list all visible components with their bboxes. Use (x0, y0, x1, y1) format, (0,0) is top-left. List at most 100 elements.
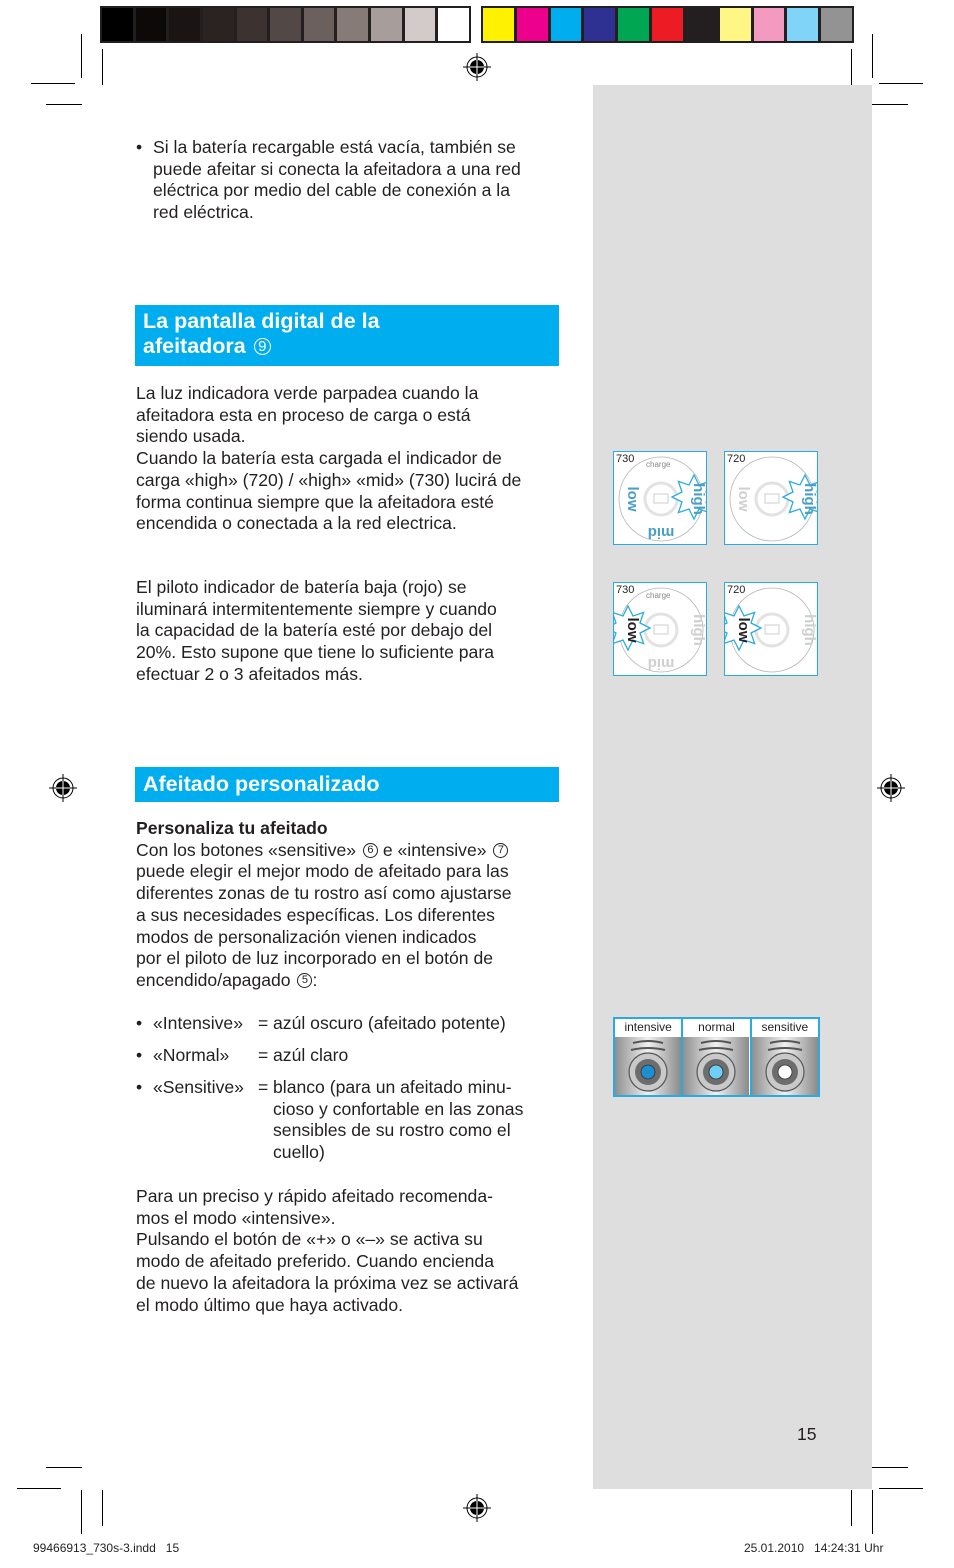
intro-bullet-text: Si la batería recargable está vacía, tam… (153, 137, 576, 224)
mode-label: sensitive (751, 1020, 818, 1034)
mode-led-icon (708, 1064, 724, 1080)
color-swatch (787, 8, 819, 41)
crop-mark (31, 83, 75, 84)
crop-mark (872, 1467, 908, 1468)
charge-display-panel: low high mid 730 charge (613, 451, 707, 545)
text-line: puede afeitar si conecta la afeitadora a… (153, 158, 521, 179)
mode-figure-normal: normal (683, 1019, 750, 1095)
mode-list-item: • «Sensitive» = blanco (para un afeitado… (136, 1077, 576, 1164)
color-swatch (584, 8, 616, 41)
battery-icon (653, 493, 669, 504)
color-swatch (550, 8, 582, 41)
crop-mark (81, 34, 82, 78)
crop-mark (872, 104, 908, 105)
heading-line: afeitadora 9 (143, 334, 551, 359)
text-line: Si la batería recargable está vacía, tam… (153, 137, 516, 157)
text-span: : (312, 969, 318, 990)
crop-mark (102, 1490, 103, 1526)
mode-label: intensive (615, 1020, 682, 1034)
text-line: El piloto indicador de batería baja (roj… (136, 577, 467, 597)
page-number: 15 (797, 1424, 817, 1444)
mode-description: azúl oscuro (afeitado potente) (273, 1013, 576, 1035)
text-line: afeitadora esta en proceso de carga o es… (136, 404, 471, 425)
color-swatch (337, 8, 369, 41)
color-swatch (404, 8, 436, 41)
model-number: 720 (727, 453, 746, 465)
model-number: 720 (727, 584, 746, 596)
heading-text: afeitadora (143, 334, 246, 358)
text-line: el modo último que haya activado. (136, 1294, 403, 1315)
crop-mark (872, 34, 873, 78)
paragraph-recommendation: Para un preciso y rápido afeitado recome… (136, 1186, 576, 1316)
heading-text: Afeitado personalizado (143, 772, 380, 796)
crop-mark (81, 1490, 82, 1534)
crop-mark (851, 49, 852, 85)
text-line: modos de personalización vienen indicado… (136, 926, 477, 947)
mode-indicator-figure: intensive normal sensitive (613, 1017, 820, 1097)
text-line: la capacidad de la batería esté por deba… (136, 620, 493, 641)
mode-list-item: • «Normal» = azúl claro (136, 1045, 576, 1067)
grey-color-bar (100, 6, 471, 43)
text-line: puede elegir el mejor modo de afeitado p… (136, 861, 509, 882)
crop-mark (851, 1490, 852, 1526)
color-swatch (202, 8, 234, 41)
registration-mark-icon (463, 53, 491, 81)
color-swatch (652, 8, 683, 41)
mode-name: «Sensitive» (153, 1077, 244, 1097)
mode-list-item: • «Intensive» = azúl oscuro (afeitado po… (136, 1013, 576, 1035)
intro-lines: puede elegir el mejor modo de afeitado p… (136, 861, 576, 970)
text-line: forma continua siempre que la afeitadora… (136, 491, 494, 512)
level-high: high (801, 614, 818, 646)
text-line: cuello) (273, 1142, 325, 1163)
color-swatch (719, 8, 751, 41)
text-span: encendido/apagado (136, 969, 291, 990)
text-line: blanco (para un afeitado minu- (273, 1077, 512, 1097)
crop-mark (879, 83, 923, 84)
level-low: low (624, 487, 641, 512)
paragraph-charge-indicator: La luz indicadora verde parpadea cuando … (136, 383, 576, 535)
level-high: high (801, 483, 818, 515)
text-line: diferentes zonas de tu rostro así como a… (136, 883, 512, 904)
color-swatch (685, 8, 717, 41)
text-line: red eléctrica. (153, 202, 254, 223)
level-low: low (735, 487, 752, 512)
heading-line: La pantalla digital de la (143, 309, 380, 333)
crop-mark (102, 49, 103, 85)
figure-ref: 5 (297, 972, 313, 988)
model-number: 730 (616, 584, 635, 596)
registration-mark-icon (877, 774, 905, 802)
sidebar-background (593, 85, 872, 1489)
level-mid: mid (648, 655, 675, 672)
text-line: Pulsando el botón de «+» o «–» se activa… (136, 1229, 483, 1250)
text-span: Con los botones «sensitive» (136, 839, 357, 860)
color-swatch (135, 8, 167, 41)
process-color-bar (481, 6, 854, 43)
crop-mark (879, 1488, 923, 1489)
color-swatch (270, 8, 301, 41)
text-line: 20%. Esto supone que tiene lo suficiente… (136, 642, 494, 663)
bullet: • (136, 137, 143, 157)
mode-figure-sensitive: sensitive (751, 1019, 818, 1095)
text-line: cioso y confortable en las zonas (273, 1098, 524, 1119)
charge-display-panel: low high mid 730 charge (613, 582, 707, 676)
mode-led-icon (640, 1064, 656, 1080)
text-line: por el piloto de luz incorporado en el b… (136, 948, 494, 969)
level-mid: mid (648, 524, 675, 541)
figure-ref: 9 (253, 338, 271, 355)
color-swatch (371, 8, 402, 41)
charge-label: charge (646, 591, 671, 600)
section-heading-digital-display: La pantalla digital de la afeitadora 9 (135, 305, 559, 366)
subheading: Personaliza tu afeitado (136, 818, 328, 838)
mode-name: «Intensive» (153, 1013, 243, 1033)
crop-mark (46, 1467, 82, 1468)
charge-label: charge (646, 460, 671, 469)
personalize-block: Personaliza tu afeitado Con los botones … (136, 818, 576, 992)
mode-led-icon (777, 1064, 793, 1080)
equals-sign: = (258, 1045, 269, 1065)
crop-mark (872, 1490, 873, 1534)
mode-figure-intensive: intensive (615, 1019, 682, 1095)
mode-description: azúl claro (273, 1045, 576, 1067)
text-line: mos el modo «intensive». (136, 1207, 336, 1228)
intro-bullet: • Si la batería recargable está vacía, t… (136, 137, 576, 224)
text-line: carga «high» (720) / «high» «mid» (730) … (136, 469, 522, 490)
